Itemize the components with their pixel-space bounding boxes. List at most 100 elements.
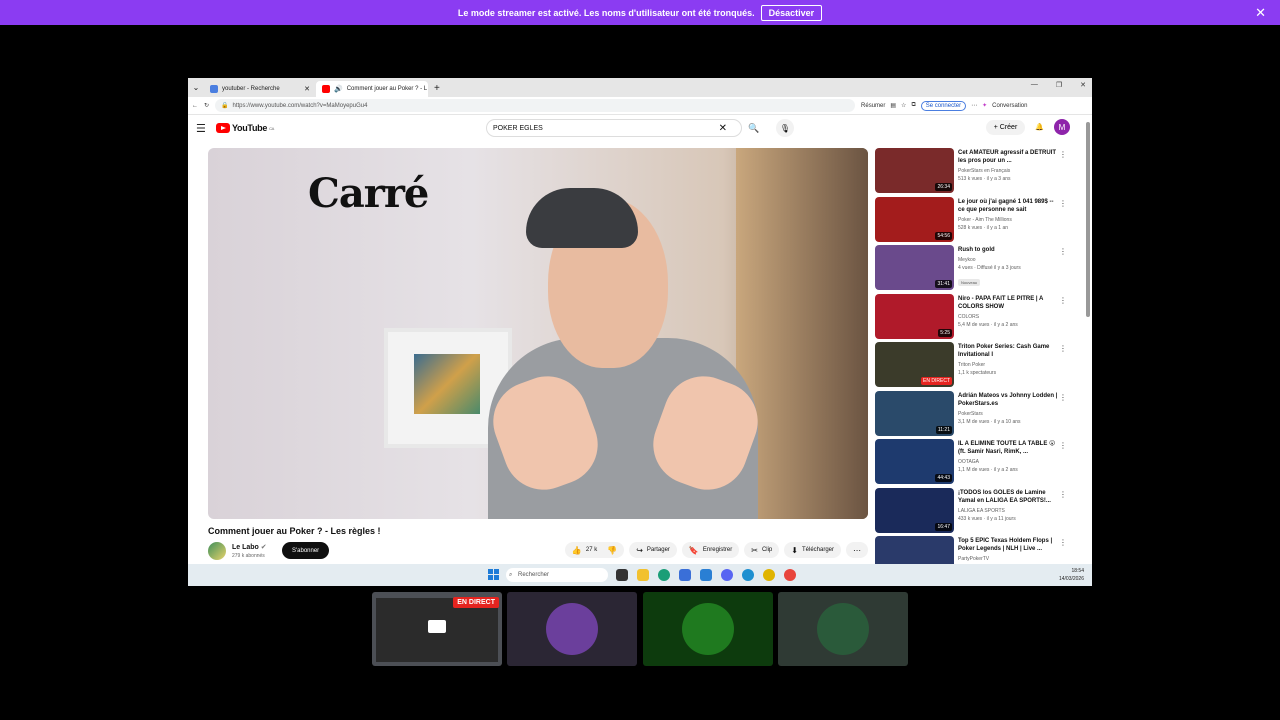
kebab-menu-icon[interactable]: ⋮ <box>1059 296 1067 305</box>
rec-title[interactable]: Le jour où j'ai gagné 1 041 989$ -- ce q… <box>958 198 1058 214</box>
share-button[interactable]: ↪ Partager <box>629 542 677 558</box>
rec-title[interactable]: Top 5 EPIC Texas Holdem Flops | Poker Le… <box>958 537 1058 553</box>
edge-icon[interactable] <box>658 569 670 581</box>
participant-tile-2[interactable] <box>507 592 637 666</box>
video-thumbnail[interactable]: 31:41 <box>875 245 954 290</box>
avatar[interactable]: M <box>1054 119 1070 135</box>
list-item[interactable]: 54:56 Le jour où j'ai gagné 1 041 989$ -… <box>875 196 1075 246</box>
rec-channel[interactable]: PokerStars <box>958 411 1058 417</box>
rec-channel[interactable]: Triton Poker <box>958 362 1058 368</box>
list-item[interactable]: 31:41 Rush to gold Meykoo 4 vues · Diffusé… <box>875 245 1075 294</box>
video-thumbnail[interactable]: EN DIRECT <box>875 342 954 387</box>
participant-tile-streamer[interactable]: EN DIRECT <box>372 592 502 666</box>
close-tab-icon[interactable]: ✕ <box>304 85 310 93</box>
list-item[interactable]: 5:25 Niro - PAPA FAIT LE PITRE | A COLOR… <box>875 293 1075 343</box>
clear-search-icon[interactable]: ✕ <box>719 123 735 134</box>
store-icon[interactable] <box>679 569 691 581</box>
signin-button[interactable]: Se connecter <box>920 100 967 111</box>
list-item[interactable]: EN DIRECT Triton Poker Series: Cash Game… <box>875 342 1075 391</box>
more-icon[interactable]: ⋯ <box>971 102 977 109</box>
rec-title[interactable]: Triton Poker Series: Cash Game Invitatio… <box>958 343 1058 359</box>
kebab-menu-icon[interactable]: ⋮ <box>1059 247 1067 256</box>
rec-title[interactable]: Niro - PAPA FAIT LE PITRE | A COLORS SHO… <box>958 295 1058 311</box>
new-tab-icon[interactable]: + <box>428 83 446 97</box>
kebab-menu-icon[interactable]: ⋮ <box>1059 441 1067 450</box>
maximize-icon[interactable]: ❐ <box>1056 81 1062 89</box>
rec-title[interactable]: Rush to gold <box>958 246 1058 254</box>
channel-avatar[interactable] <box>208 542 226 560</box>
kebab-menu-icon[interactable]: ⋮ <box>1059 538 1067 547</box>
video-thumbnail[interactable]: 44:43 <box>875 439 954 484</box>
save-button[interactable]: 🔖 Enregistrer <box>681 542 740 558</box>
video-player[interactable]: Carré <box>208 148 868 519</box>
clip-button[interactable]: ✂ Clip <box>744 542 780 558</box>
participant-tile-3[interactable] <box>643 592 773 666</box>
reload-icon[interactable]: ↻ <box>204 102 209 109</box>
close-icon[interactable]: ✕ <box>1255 5 1266 21</box>
video-thumbnail[interactable]: 54:56 <box>875 196 954 242</box>
disable-streamer-button[interactable]: Désactiver <box>760 4 823 21</box>
video-thumbnail[interactable]: 11:21 <box>875 390 954 436</box>
more-actions-button[interactable]: ⋯ <box>846 542 868 558</box>
search-input[interactable]: POKER EGLES ✕ <box>486 119 742 137</box>
rec-channel[interactable]: PokerStars en Français <box>958 168 1058 174</box>
like-button[interactable]: 👍 27 k 👎 <box>564 542 625 558</box>
video-thumbnail[interactable]: 5:25 <box>875 293 954 339</box>
tab-search[interactable]: youtuber - Recherche ✕ <box>204 81 316 97</box>
resume-button[interactable]: Résumer <box>861 103 885 109</box>
rec-channel[interactable]: OOTAGA <box>958 459 1058 465</box>
search-icon[interactable]: 🔍 <box>744 119 764 137</box>
youtube-logo[interactable]: YouTube CA <box>216 123 274 133</box>
copilot-icon[interactable]: ✦ <box>982 102 987 109</box>
channel-name[interactable]: Le Labo ✔ <box>232 543 267 551</box>
create-button[interactable]: + Créer <box>985 119 1026 135</box>
back-icon[interactable]: ← <box>192 103 198 109</box>
kebab-menu-icon[interactable]: ⋮ <box>1059 199 1067 208</box>
kebab-menu-icon[interactable]: ⋮ <box>1059 150 1067 159</box>
chrome-icon[interactable] <box>784 569 796 581</box>
rec-title[interactable]: ¡TODOS los GOLES de Lamine Yamal en LALI… <box>958 489 1058 505</box>
tab-list-chevron-icon[interactable]: ⌄ <box>188 78 204 97</box>
file-explorer-icon[interactable] <box>637 569 649 581</box>
kebab-menu-icon[interactable]: ⋮ <box>1059 490 1067 499</box>
page-scrollbar[interactable] <box>1086 122 1090 317</box>
rec-title[interactable]: IL A ÉLIMINÉ TOUTE LA TABLE 😮 (ft. Samir… <box>958 440 1058 456</box>
rec-title[interactable]: Cet AMATEUR agressif a DÉTRUIT les pros … <box>958 149 1058 165</box>
obs-icon[interactable] <box>763 569 775 581</box>
taskbar-search[interactable]: ⌕ Rechercher <box>506 568 608 582</box>
rec-channel[interactable]: Poker - Aim The Millions <box>958 217 1058 223</box>
menu-icon[interactable]: ☰ <box>196 122 216 135</box>
kebab-menu-icon[interactable]: ⋮ <box>1059 344 1067 353</box>
discord-icon[interactable] <box>721 569 733 581</box>
microphone-icon[interactable]: 🎙 <box>776 119 794 137</box>
list-item[interactable]: 16:47 ¡TODOS los GOLES de Lamine Yamal e… <box>875 487 1075 537</box>
subscribe-button[interactable]: S'abonner <box>282 542 330 559</box>
notifications-icon[interactable]: 🔔 <box>1035 123 1044 131</box>
rec-channel[interactable]: COLORS <box>958 314 1058 320</box>
app-icon[interactable] <box>742 569 754 581</box>
favorite-icon[interactable]: ☆ <box>901 102 906 109</box>
kebab-menu-icon[interactable]: ⋮ <box>1059 393 1067 402</box>
rec-title[interactable]: Adrián Mateos vs Johnny Lodden | PokerSt… <box>958 392 1058 408</box>
list-item[interactable]: 26:34 Cet AMATEUR agressif a DÉTRUIT les… <box>875 148 1075 197</box>
task-view-icon[interactable] <box>616 569 628 581</box>
participant-tile-4[interactable] <box>778 592 908 666</box>
list-item[interactable]: 44:43 IL A ÉLIMINÉ TOUTE LA TABLE 😮 (ft.… <box>875 439 1075 488</box>
download-button[interactable]: ⬇ Télécharger <box>784 542 841 558</box>
conversation-button[interactable]: Conversation <box>992 103 1027 109</box>
thumbs-down-icon[interactable]: 👎 <box>607 546 617 555</box>
extensions-icon[interactable]: ⧉ <box>911 102 915 109</box>
close-window-icon[interactable]: ✕ <box>1080 81 1086 89</box>
reader-icon[interactable]: ▤ <box>890 102 896 109</box>
rec-channel[interactable]: LALIGA EA SPORTS <box>958 508 1058 514</box>
video-thumbnail[interactable]: 16:47 <box>875 487 954 533</box>
list-item[interactable]: 11:21 Adrián Mateos vs Johnny Lodden | P… <box>875 390 1075 440</box>
minimize-icon[interactable]: — <box>1031 81 1038 89</box>
tab-youtube[interactable]: 🔊 Comment jouer au Poker ? - L ✕ <box>316 81 428 97</box>
mail-icon[interactable] <box>700 569 712 581</box>
windows-start-icon[interactable] <box>488 569 499 580</box>
rec-channel[interactable]: Meykoo <box>958 257 1058 263</box>
rec-channel[interactable]: PartyPokerTV <box>958 556 1058 562</box>
video-thumbnail[interactable]: 26:34 <box>875 148 954 193</box>
url-field[interactable]: 🔒 https://www.youtube.com/watch?v=MaMoye… <box>215 99 856 112</box>
